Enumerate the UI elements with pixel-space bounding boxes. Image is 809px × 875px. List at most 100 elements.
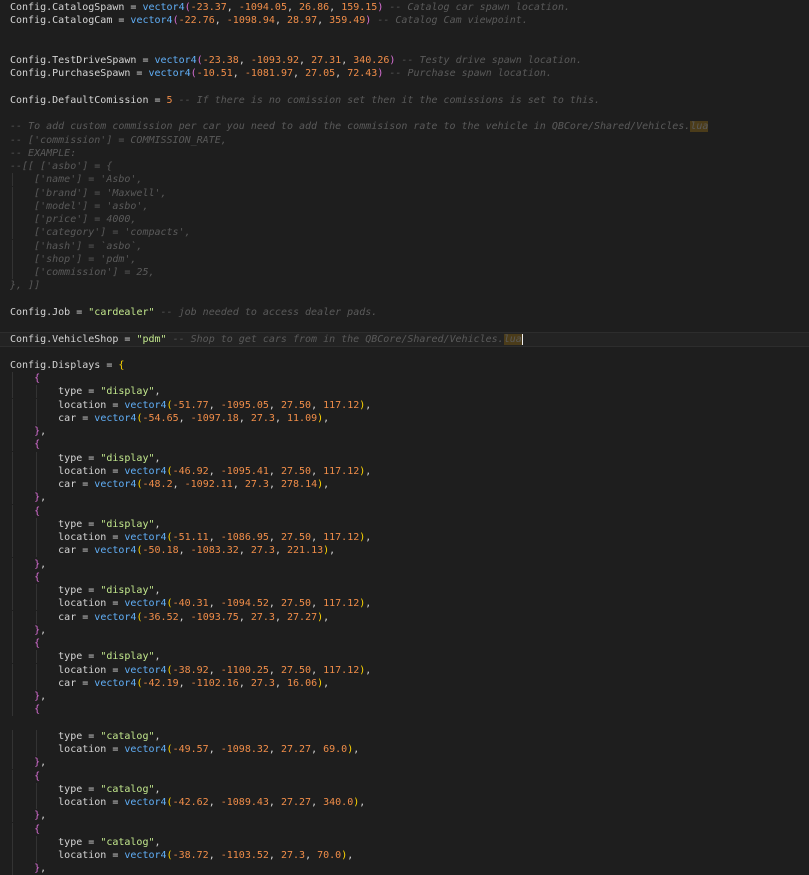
token-number: 27.3 xyxy=(250,677,275,689)
code-line-current[interactable]: Config.VehicleShop = "pdm" -- Shop to ge… xyxy=(0,332,809,348)
token-comment: ['model'] = 'asbo', xyxy=(10,200,149,212)
code-line[interactable]: location = vector4(-42.62, -1089.43, 27.… xyxy=(0,796,809,809)
code-line[interactable]: }, xyxy=(0,557,809,571)
code-line[interactable]: ['category'] = 'compacts', xyxy=(0,226,809,240)
code-line[interactable]: car = vector4(-36.52, -1093.75, 27.3, 27… xyxy=(0,610,809,624)
code-line[interactable]: location = vector4(-46.92, -1095.41, 27.… xyxy=(0,464,809,478)
code-line[interactable]: ['price'] = 4000, xyxy=(0,213,809,226)
code-text: ['price'] = 4000, xyxy=(10,213,136,226)
code-line[interactable]: location = vector4(-40.31, -1094.52, 27.… xyxy=(0,597,809,611)
code-line[interactable]: car = vector4(-50.18, -1083.32, 27.3, 22… xyxy=(0,544,809,558)
code-line[interactable]: { xyxy=(0,769,809,783)
code-line[interactable]: }, xyxy=(0,690,809,703)
code-line[interactable]: Config.TestDriveSpawn = vector4(-23.38, … xyxy=(0,54,809,67)
code-line[interactable]: { xyxy=(0,438,809,452)
code-line[interactable]: type = "display", xyxy=(0,584,809,597)
token-number: 69.0 xyxy=(323,744,348,755)
code-line[interactable]: car = vector4(-42.19, -1102.16, 27.3, 16… xyxy=(0,676,809,690)
indent-guide xyxy=(12,835,13,849)
code-line[interactable]: { xyxy=(0,372,809,385)
code-line[interactable]: ['hash'] = `asbo`, xyxy=(0,239,809,253)
code-line[interactable]: location = vector4(-51.77, -1095.05, 27.… xyxy=(0,398,809,412)
indent-guide xyxy=(36,398,38,412)
code-line[interactable]: ['model'] = 'asbo', xyxy=(0,199,809,213)
code-line[interactable]: ['brand'] = 'Maxwell', xyxy=(0,186,809,200)
code-line[interactable]: }, ]] xyxy=(0,279,809,292)
token-default: , xyxy=(208,598,221,610)
token-default: location = xyxy=(10,797,125,808)
token-default: , xyxy=(317,15,330,27)
code-line[interactable]: }, xyxy=(0,491,809,505)
code-line[interactable]: { xyxy=(0,637,809,650)
code-line[interactable]: type = "catalog", xyxy=(0,835,809,849)
code-line[interactable]: Config.Job = "cardealer" -- job needed t… xyxy=(0,306,809,319)
token-default xyxy=(10,810,34,821)
indent-guide xyxy=(36,597,38,611)
code-line[interactable]: -- EXAMPLE: xyxy=(0,147,809,160)
token-func: vector4 xyxy=(148,68,191,80)
code-line[interactable]: type = "catalog", xyxy=(0,729,809,743)
code-line[interactable]: ['shop'] = 'pdm', xyxy=(0,252,809,266)
code-line[interactable]: location = vector4(-38.72, -1103.52, 27.… xyxy=(0,849,809,862)
code-line[interactable]: type = "catalog", xyxy=(0,782,809,796)
code-editor[interactable]: Config.CatalogSpawn = vector4(-23.37, -1… xyxy=(0,0,809,875)
code-line[interactable]: type = "display", xyxy=(0,517,809,531)
code-line[interactable]: -- ['commission'] = COMMISSION_RATE, xyxy=(0,134,809,147)
token-default: , xyxy=(154,518,161,530)
code-line[interactable]: Config.DefaultComission = 5 -- If there … xyxy=(0,94,809,107)
code-text: car = vector4(-50.18, -1083.32, 27.3, 22… xyxy=(10,544,335,557)
token-number: 117.12 xyxy=(323,532,360,543)
code-line[interactable]: Config.CatalogCam = vector4(-22.76, -109… xyxy=(0,14,809,27)
code-line[interactable]: { xyxy=(0,703,809,717)
token-default: location = xyxy=(10,850,125,861)
code-line[interactable]: location = vector4(-51.11, -1086.95, 27.… xyxy=(0,531,809,544)
token-number: -1089.43 xyxy=(220,797,269,808)
code-line[interactable]: location = vector4(-38.92, -1100.25, 27.… xyxy=(0,663,809,677)
code-line[interactable]: ['commission'] = 25, xyxy=(0,266,809,279)
code-line[interactable]: { xyxy=(0,822,809,836)
token-number: -1097.18 xyxy=(190,412,239,424)
code-line[interactable]: -- To add custom commission per car you … xyxy=(0,120,809,133)
code-line[interactable]: Config.PurchaseSpawn = vector4(-10.51, -… xyxy=(0,67,809,80)
code-line[interactable]: type = "display", xyxy=(0,451,809,465)
code-line[interactable]: Config.CatalogSpawn = vector4(-23.37, -1… xyxy=(0,1,809,14)
token-default: , xyxy=(40,691,47,702)
token-default: , xyxy=(311,465,324,477)
code-line[interactable]: }, xyxy=(0,862,809,875)
code-line[interactable]: }, xyxy=(0,425,809,438)
token-default: , xyxy=(365,532,372,543)
code-line[interactable]: ['name'] = 'Asbo', xyxy=(0,173,809,187)
token-default: , xyxy=(311,664,324,676)
token-default: type = xyxy=(10,651,101,663)
code-line[interactable]: type = "display", xyxy=(0,385,809,399)
code-line[interactable]: Config.Displays = { xyxy=(0,359,809,372)
code-text: Config.Displays = { xyxy=(10,359,124,372)
token-default: , xyxy=(299,55,312,66)
indent-guide xyxy=(12,729,13,743)
token-default xyxy=(10,863,34,874)
code-line[interactable]: car = vector4(-54.65, -1097.18, 27.3, 11… xyxy=(0,411,809,425)
token-func: vector4 xyxy=(94,412,137,424)
code-line[interactable]: --[[ ['asbo'] = { xyxy=(0,160,809,173)
indent-guide xyxy=(12,252,13,266)
code-line[interactable]: }, xyxy=(0,623,809,637)
token-default: , xyxy=(226,2,239,13)
code-line[interactable]: }, xyxy=(0,756,809,770)
code-line[interactable]: { xyxy=(0,570,809,584)
code-text: }, xyxy=(10,425,46,438)
code-text: }, xyxy=(10,624,46,637)
code-line[interactable]: type = "display", xyxy=(0,650,809,664)
indent-guide xyxy=(36,743,38,756)
code-line[interactable]: { xyxy=(0,504,809,518)
token-default: , xyxy=(40,492,47,504)
token-default: , xyxy=(268,797,281,808)
code-line[interactable]: }, xyxy=(0,809,809,823)
code-line[interactable]: location = vector4(-49.57, -1098.32, 27.… xyxy=(0,743,809,756)
token-string: "pdm" xyxy=(136,334,167,346)
token-number: -10.51 xyxy=(196,68,233,80)
indent-guide xyxy=(12,398,13,412)
code-line[interactable]: car = vector4(-48.2, -1092.11, 27.3, 278… xyxy=(0,478,809,491)
token-default: car = xyxy=(10,412,95,424)
token-comment: -- Shop to get cars from in the QBCore/S… xyxy=(166,334,504,346)
token-default: , xyxy=(40,757,47,769)
